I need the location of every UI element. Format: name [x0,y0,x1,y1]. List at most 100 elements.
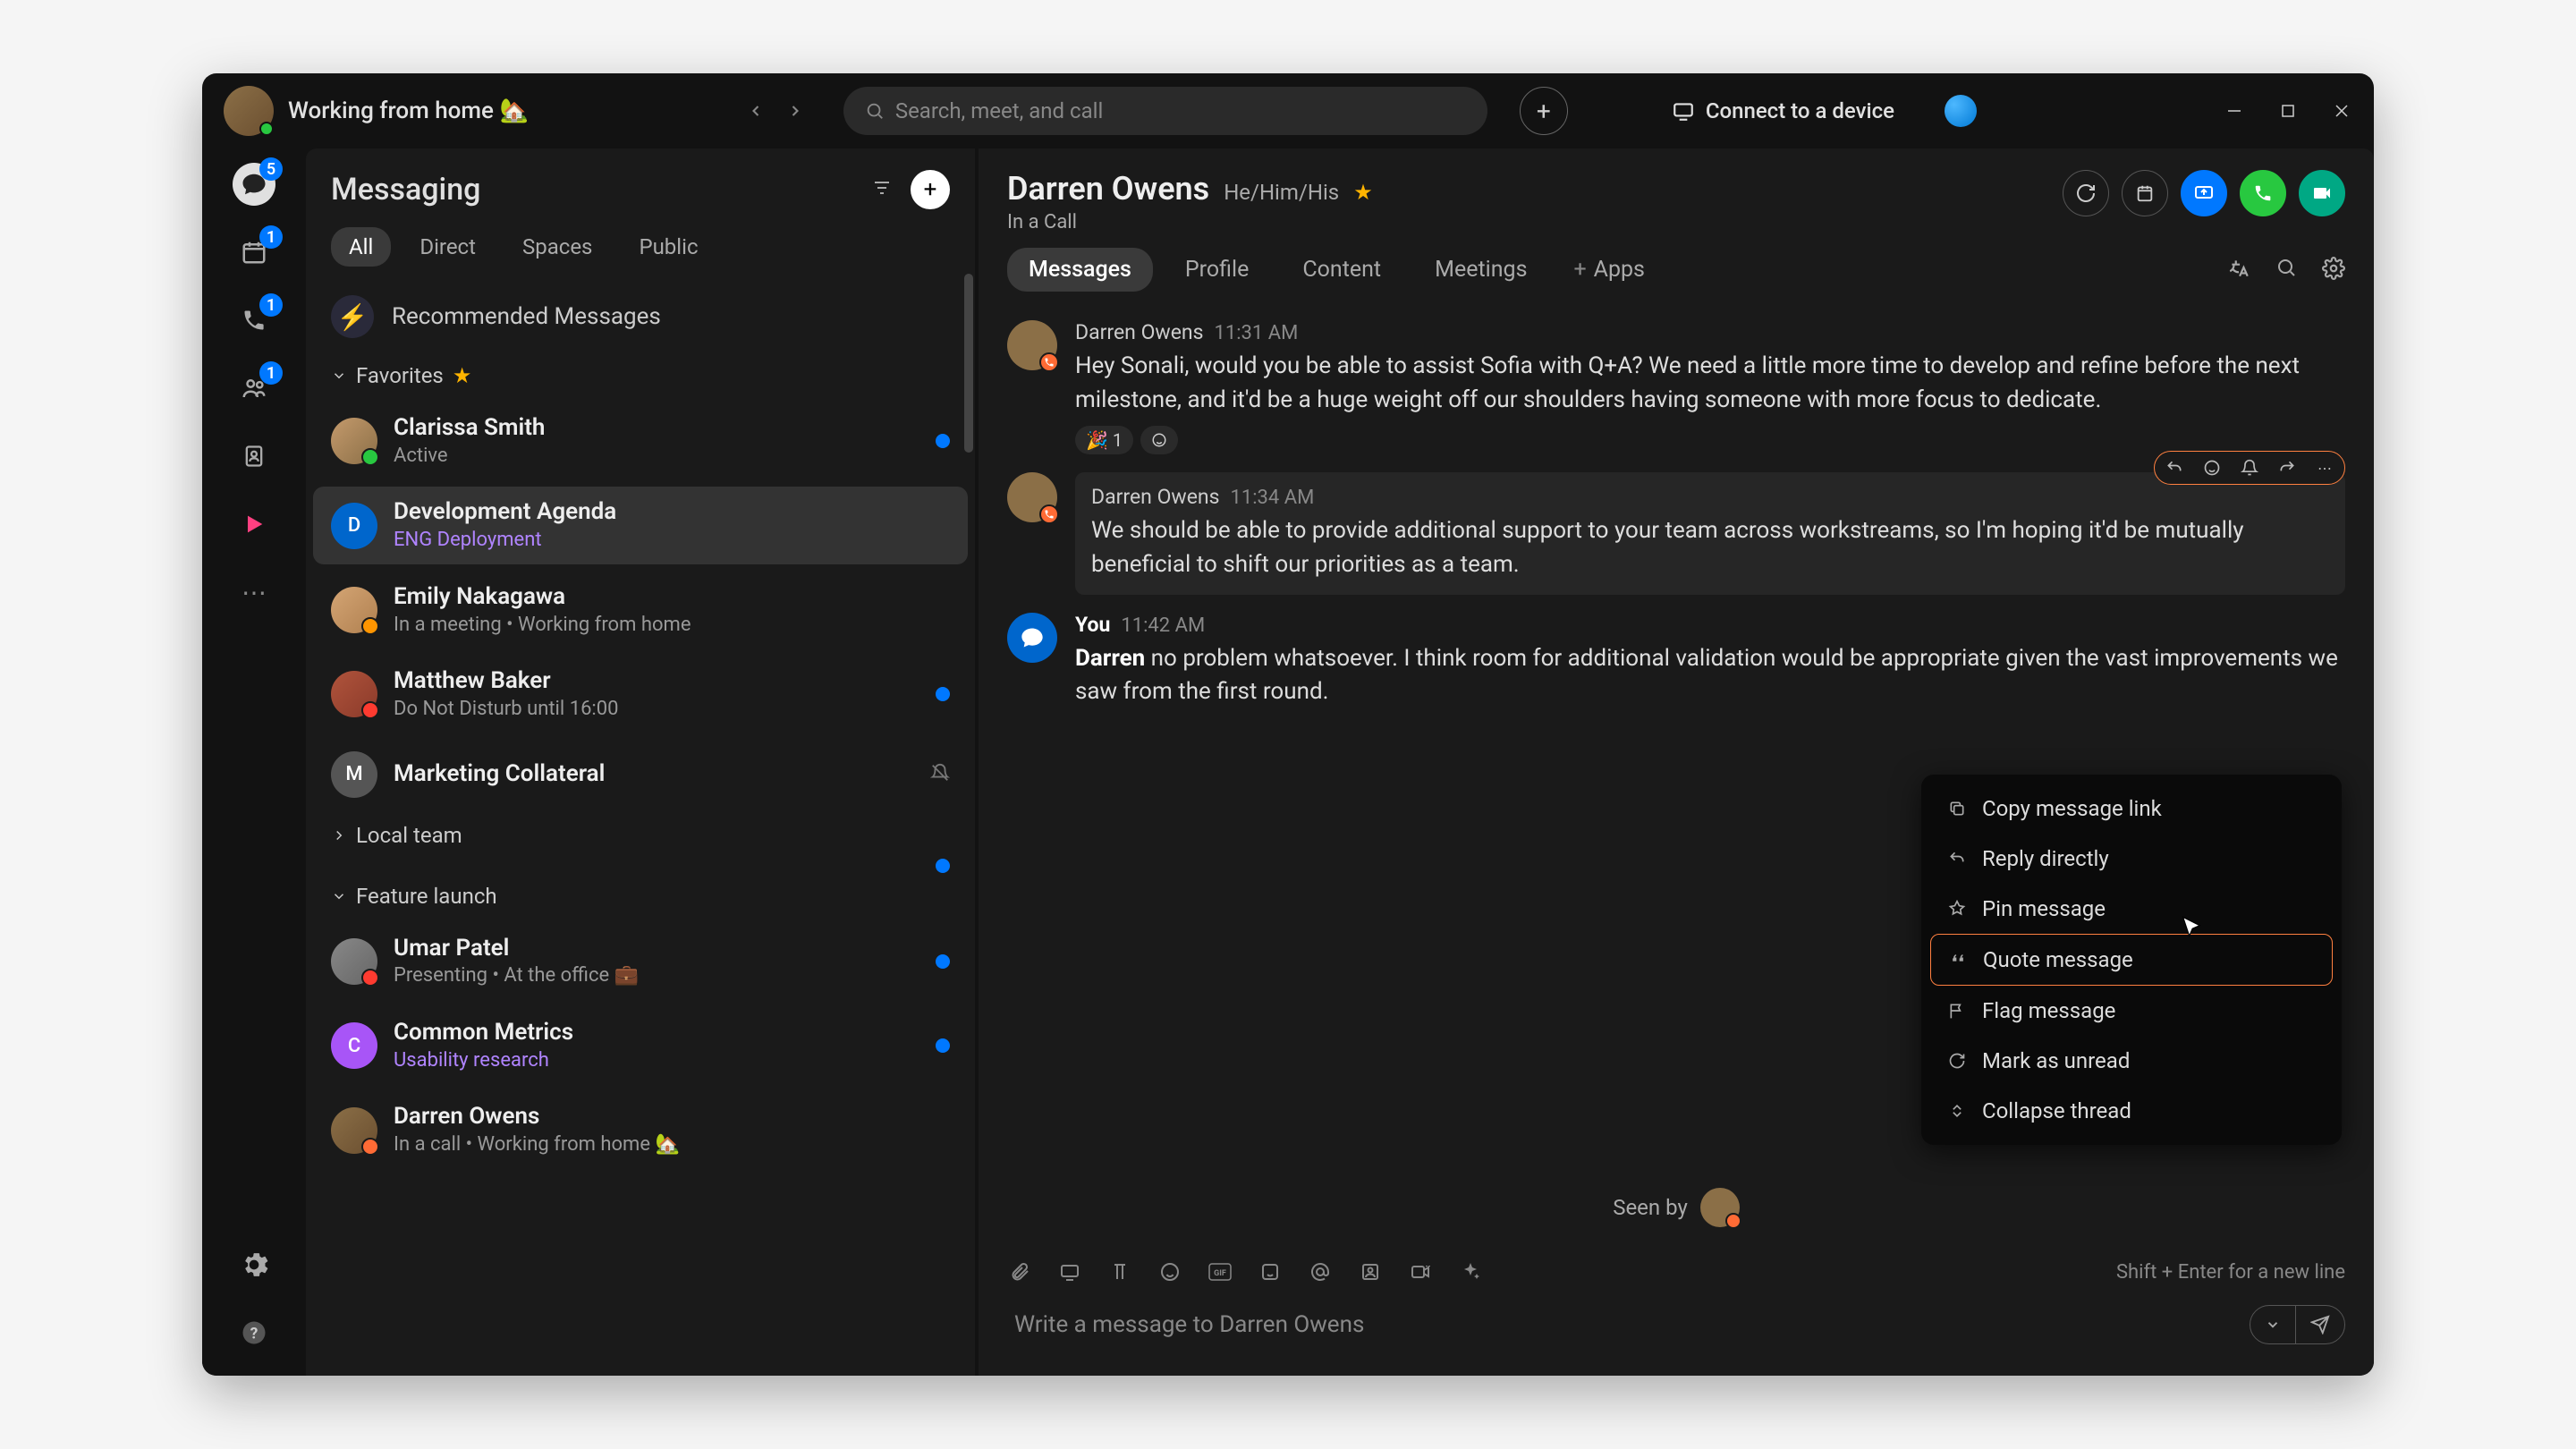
gif-button[interactable]: GIF [1208,1259,1233,1284]
rail-settings[interactable] [233,1243,275,1286]
toolbar-forward-button[interactable] [2276,457,2298,479]
add-reaction-button[interactable] [1140,426,1178,454]
tab-direct[interactable]: Direct [402,227,494,267]
ctx-pin[interactable]: Pin message [1930,884,2333,934]
toolbar-reply-button[interactable] [2164,457,2185,479]
share-screen-button[interactable] [2181,170,2227,216]
ctx-quote[interactable]: Quote message [1930,934,2333,986]
section-local-team[interactable]: Local team [331,823,950,848]
conv-umar[interactable]: Umar PatelPresenting • At the office 💼 [313,923,968,1000]
rail-chat[interactable]: 5 [233,163,275,206]
rail-help[interactable]: ? [233,1311,275,1354]
chat-tab-content[interactable]: Content [1281,248,1402,292]
calendar-button[interactable] [2122,170,2168,216]
rail-calendar-badge: 1 [259,225,283,249]
star-icon[interactable]: ★ [1353,180,1373,205]
new-message-button[interactable]: + [911,170,950,209]
close-button[interactable] [2331,100,2352,122]
audio-call-button[interactable] [2240,170,2286,216]
scrollbar[interactable] [964,274,973,453]
chat-tab-profile[interactable]: Profile [1164,248,1270,292]
chat-header: Darren Owens He/Him/His ★ In a Call [979,148,2374,241]
message-avatar[interactable] [1007,472,1057,522]
emoji-button[interactable] [1157,1259,1182,1284]
section-favorites[interactable]: Favorites ★ [331,363,950,388]
message-avatar-self[interactable] [1007,613,1057,663]
reaction-button[interactable]: 🎉 1 [1075,426,1133,454]
gear-icon [240,1250,268,1279]
chat-settings-button[interactable] [2322,257,2345,284]
unread-dot [936,1038,950,1053]
conv-development-agenda[interactable]: D Development AgendaENG Deployment [313,487,968,564]
section-feature-launch[interactable]: Feature launch [331,884,950,909]
format-button[interactable] [1107,1259,1132,1284]
search-input[interactable]: Search, meet, and call [843,87,1487,135]
rail-calls[interactable]: 1 [233,299,275,342]
status-call-icon [361,1138,379,1156]
chat-tab-apps[interactable]: +Apps [1559,248,1658,292]
ctx-collapse[interactable]: Collapse thread [1930,1086,2333,1136]
ctx-unread[interactable]: Mark as unread [1930,1036,2333,1086]
person-button[interactable] [1358,1259,1383,1284]
video-clip-button[interactable] [1408,1259,1433,1284]
ctx-reply[interactable]: Reply directly [1930,834,2333,884]
sticker-button[interactable] [1258,1259,1283,1284]
new-action-button[interactable]: + [1520,87,1568,135]
composer-toolbar: GIF Shift + Enter for a new line [1007,1259,2345,1295]
unread-icon [1946,1050,1968,1072]
message-avatar[interactable] [1007,320,1057,370]
ai-button[interactable] [1458,1259,1483,1284]
composer-input[interactable]: Write a message to Darren Owens [1007,1295,2235,1354]
screen-capture-button[interactable] [1057,1259,1082,1284]
message-row: ⋯ Darren Owens11:34 AM We should be able… [1007,472,2345,594]
tab-public[interactable]: Public [621,227,716,267]
minimize-button[interactable] [2224,100,2245,122]
search-in-chat-button[interactable] [2275,257,2297,284]
connect-device-button[interactable]: Connect to a device [1672,98,1894,123]
rail-teams[interactable]: 1 [233,367,275,410]
conv-common-metrics[interactable]: C Common MetricsUsability research [313,1007,968,1084]
chat-name: Darren Owens [1007,170,1209,208]
self-avatar[interactable] [224,86,274,136]
tab-spaces[interactable]: Spaces [504,227,610,267]
filter-button[interactable] [871,177,893,202]
conv-darren[interactable]: Darren OwensIn a call • Working from hom… [313,1091,968,1168]
conv-emily[interactable]: Emily NakagawaIn a meeting • Working fro… [313,572,968,648]
nav-back-button[interactable] [740,95,772,127]
ctx-flag[interactable]: Flag message [1930,986,2333,1036]
mention-button[interactable] [1308,1259,1333,1284]
send-group [2250,1305,2345,1344]
chat-tab-messages[interactable]: Messages [1007,248,1153,292]
rail-calendar[interactable]: 1 [233,231,275,274]
conv-matthew[interactable]: Matthew BakerDo Not Disturb until 16:00 [313,656,968,733]
rail-media[interactable] [233,503,275,546]
call-badge-icon [1725,1213,1741,1229]
toolbar-more-button[interactable]: ⋯ [2314,457,2335,479]
ctx-copy-link[interactable]: Copy message link [1930,784,2333,834]
maximize-button[interactable] [2277,100,2299,122]
attach-button[interactable] [1007,1259,1032,1284]
svg-text:GIF: GIF [1214,1269,1226,1278]
tab-all[interactable]: All [331,227,391,267]
conv-marketing[interactable]: M Marketing Collateral [313,741,968,809]
unread-dot [936,434,950,448]
browser-icon[interactable] [1945,95,1977,127]
send-options-button[interactable] [2250,1306,2295,1343]
recommended-row[interactable]: ⚡ Recommended Messages [306,281,975,352]
nav-forward-button[interactable] [779,95,811,127]
chat-tab-meetings[interactable]: Meetings [1413,248,1548,292]
chevron-down-icon [331,888,347,904]
rail-more[interactable]: ⋯ [233,571,275,614]
video-call-button[interactable] [2299,170,2345,216]
toolbar-remind-button[interactable] [2239,457,2260,479]
conv-clarissa[interactable]: Clarissa SmithActive [313,402,968,479]
send-button[interactable] [2296,1306,2344,1343]
seen-by-avatar[interactable] [1700,1188,1740,1227]
refresh-button[interactable] [2063,170,2109,216]
translate-button[interactable] [2227,257,2250,284]
chat-status: In a Call [1007,211,1373,233]
toolbar-react-button[interactable] [2201,457,2223,479]
message-highlighted[interactable]: ⋯ Darren Owens11:34 AM We should be able… [1075,472,2345,594]
rail-contacts[interactable] [233,435,275,478]
self-status[interactable]: Working from home 🏡 [288,97,529,124]
